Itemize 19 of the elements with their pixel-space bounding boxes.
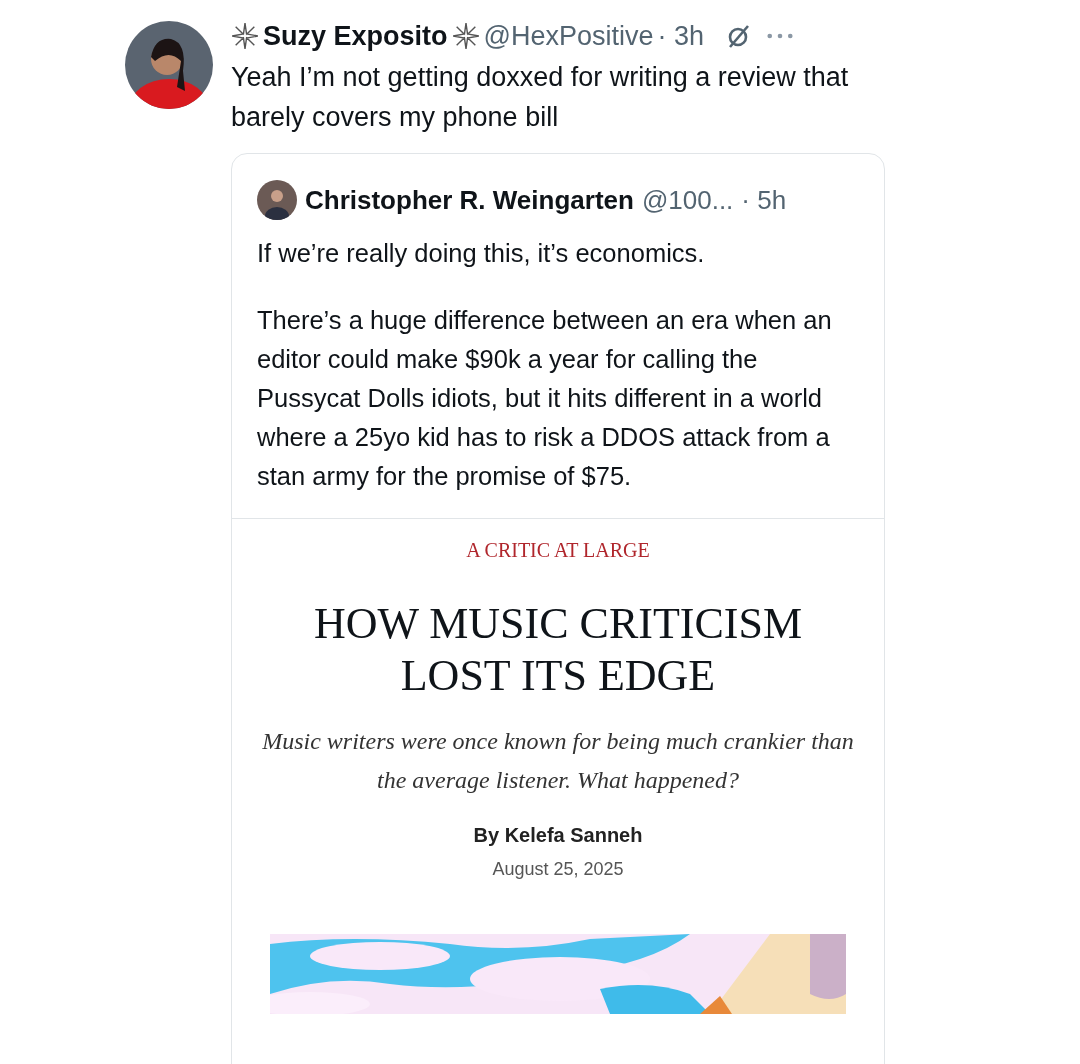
article-date: August 25, 2025 [492, 859, 624, 880]
star-icon [451, 22, 480, 50]
star-icon [231, 22, 259, 50]
avatar [257, 180, 297, 220]
article-headline: HOW MUSIC CRITICISM LOST ITS EDGE [312, 598, 804, 702]
author-handle[interactable]: @100... [641, 184, 734, 216]
article-byline: By Kelefa Sanneh [473, 824, 643, 847]
quoted-tweet-text: If we’re really doing this, it’s economics. [257, 238, 706, 269]
quoted-tweet-text: There’s a huge difference between an era when an editor could make $90k a year for calling the Pussycat Dolls idiots, but it hits different in a world where a 25yo kid has to risk a DDOS attack from a stan army for the promise of $75. [257, 305, 833, 492]
author-name[interactable]: Suzy Exposito [263, 20, 448, 52]
author-handle[interactable]: @HexPositive [483, 20, 654, 52]
author-name[interactable]: Christopher R. Weingarten [305, 184, 634, 216]
article-deck: Music writers were once known for being much crankier than the average listener. What happened? [261, 727, 855, 795]
article-kicker: A CRITIC AT LARGE [466, 539, 650, 562]
quoted-tweet-card[interactable] [231, 153, 885, 1064]
tweet-text: Yeah I’m not getting doxxed for writing a review that barely covers my phone bill [231, 61, 850, 134]
timestamp: · 5h [741, 184, 787, 216]
timestamp: · 3h [657, 20, 705, 52]
more-icon[interactable] [766, 32, 795, 40]
